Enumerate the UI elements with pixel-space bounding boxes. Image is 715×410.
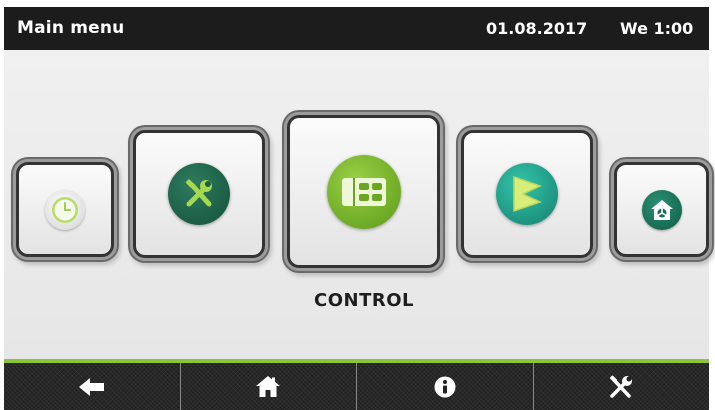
selected-item-label: CONTROL [314,290,414,311]
back-button[interactable] [4,363,180,410]
time-display: We 1:00 [620,19,694,38]
menu-item-service[interactable] [133,130,265,258]
menu-item-ventilation[interactable] [461,130,593,258]
tools-icon [608,375,634,399]
flow-icon [496,163,558,225]
main-menu-screen: Main menu 01.08.2017 We 1:00 CONTROL [0,0,715,410]
house-fan-icon [641,189,682,230]
menu-item-timer[interactable] [16,162,114,257]
home-icon [256,375,281,398]
back-arrow-icon [78,377,105,396]
settings-button[interactable] [532,363,710,410]
header-bar: Main menu 01.08.2017 We 1:00 [4,7,709,50]
info-button[interactable] [356,363,533,410]
control-panel-icon [326,154,401,229]
clock-icon [45,189,85,230]
page-title: Main menu [17,18,125,38]
wrench-screwdriver-icon [168,163,230,225]
home-button[interactable] [179,363,357,410]
bottom-navigation-bar [4,363,709,410]
menu-item-house[interactable] [614,162,709,257]
info-icon [434,376,456,398]
date-display: 01.08.2017 [486,19,588,38]
menu-item-control[interactable] [287,115,440,268]
